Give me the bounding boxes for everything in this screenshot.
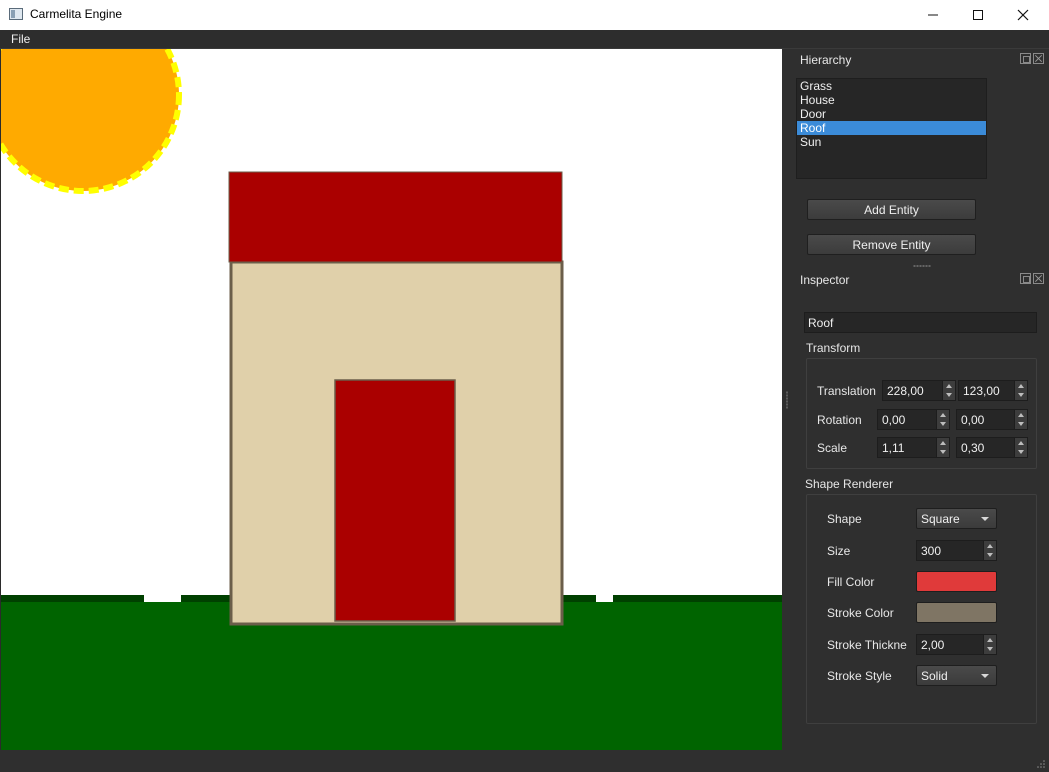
list-item[interactable]: Grass [797, 79, 986, 93]
status-strip [0, 750, 783, 772]
entity-name-field[interactable]: Roof [804, 312, 1037, 333]
fill-color-button[interactable] [916, 571, 997, 592]
list-item[interactable]: House [797, 93, 986, 107]
close-button[interactable] [1000, 0, 1046, 30]
shape-renderer-group-title: Shape Renderer [805, 477, 894, 491]
float-icon[interactable] [1020, 53, 1031, 64]
chevron-down-icon [981, 517, 989, 521]
minimize-icon [928, 14, 938, 16]
stroke-thickness-label: Stroke Thickne [827, 638, 907, 652]
menu-bar: File [0, 30, 1049, 49]
size-value: 300 [921, 544, 942, 558]
spin-arrows-icon[interactable] [1014, 438, 1027, 457]
spin-arrows-icon[interactable] [1014, 381, 1027, 400]
chevron-down-icon [981, 674, 989, 678]
rotation-y-value: 0,00 [961, 413, 985, 427]
translation-x-value: 228,00 [887, 384, 924, 398]
spin-arrows-icon[interactable] [983, 541, 996, 560]
close-icon[interactable] [1033, 53, 1044, 64]
stroke-thickness-value: 2,00 [921, 638, 945, 652]
spin-arrows-icon[interactable] [983, 635, 996, 654]
spin-arrows-icon[interactable] [936, 410, 949, 429]
dock-separator-grip-icon[interactable] [913, 265, 931, 267]
maximize-button[interactable] [955, 0, 1001, 30]
minimize-button[interactable] [910, 0, 956, 30]
rotation-x-value: 0,00 [882, 413, 906, 427]
close-icon [1017, 9, 1029, 21]
scale-label: Scale [817, 441, 848, 455]
close-icon[interactable] [1033, 273, 1044, 284]
spin-arrows-icon[interactable] [1014, 410, 1027, 429]
hierarchy-dock-buttons [1020, 53, 1044, 65]
shape-label: Shape [827, 512, 862, 526]
stroke-style-value: Solid [921, 669, 948, 683]
resize-grip-icon[interactable] [1036, 759, 1046, 769]
hierarchy-title: Hierarchy [800, 53, 852, 67]
add-entity-button[interactable]: Add Entity [807, 199, 976, 220]
translation-y-spinbox[interactable]: 123,00 [958, 380, 1028, 401]
splitter-handle[interactable] [782, 49, 792, 772]
remove-entity-button[interactable]: Remove Entity [807, 234, 976, 255]
scene-viewport[interactable] [1, 49, 782, 750]
shape-value: Square [921, 512, 960, 526]
translation-y-value: 123,00 [963, 384, 1000, 398]
scale-x-spinbox[interactable]: 1,11 [877, 437, 950, 458]
fill-color-label: Fill Color [827, 575, 875, 589]
rotation-y-spinbox[interactable]: 0,00 [956, 409, 1028, 430]
scale-y-spinbox[interactable]: 0,30 [956, 437, 1028, 458]
list-item[interactable]: Sun [797, 135, 986, 149]
float-icon[interactable] [1020, 273, 1031, 284]
stroke-color-button[interactable] [916, 602, 997, 623]
spin-arrows-icon[interactable] [942, 381, 955, 400]
roof [228, 171, 563, 263]
stroke-style-dropdown[interactable]: Solid [916, 665, 997, 686]
menu-file[interactable]: File [11, 32, 30, 46]
inspector-title: Inspector [800, 273, 850, 287]
maximize-icon [973, 10, 983, 20]
app-icon [9, 8, 23, 20]
door [334, 379, 456, 622]
scale-y-value: 0,30 [961, 441, 985, 455]
list-item[interactable]: Door [797, 107, 986, 121]
shape-dropdown[interactable]: Square [916, 508, 997, 529]
right-dock-panel: Hierarchy Grass House Door Roof Sun Add … [792, 49, 1049, 772]
scene-canvas [1, 49, 782, 750]
size-spinbox[interactable]: 300 [916, 540, 997, 561]
translation-label: Translation [817, 384, 876, 398]
list-item-selected[interactable]: Roof [797, 121, 986, 135]
title-bar: Carmelita Engine [0, 0, 1049, 30]
grass-edge [613, 595, 782, 602]
rotation-x-spinbox[interactable]: 0,00 [877, 409, 950, 430]
rotation-label: Rotation [817, 413, 862, 427]
transform-group-title: Transform [806, 341, 861, 355]
stroke-thickness-spinbox[interactable]: 2,00 [916, 634, 997, 655]
hierarchy-list[interactable]: Grass House Door Roof Sun [796, 78, 987, 179]
inspector-dock-buttons [1020, 273, 1044, 285]
stroke-color-label: Stroke Color [827, 606, 894, 620]
grass-edge [1, 595, 144, 602]
scale-x-value: 1,11 [882, 441, 905, 455]
window-title: Carmelita Engine [30, 7, 123, 21]
stroke-style-label: Stroke Style [827, 669, 892, 683]
size-label: Size [827, 544, 851, 558]
translation-x-spinbox[interactable]: 228,00 [882, 380, 956, 401]
splitter-grip-icon [786, 391, 788, 409]
spin-arrows-icon[interactable] [936, 438, 949, 457]
